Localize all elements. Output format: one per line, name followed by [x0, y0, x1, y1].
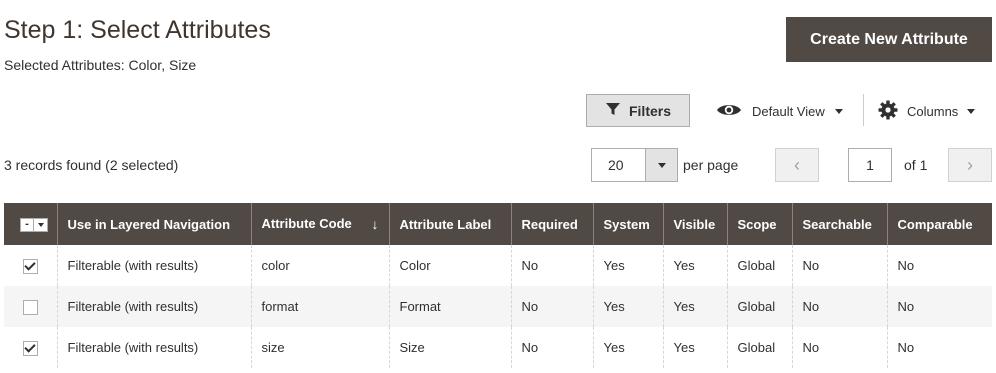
table-row[interactable]: Filterable (with results) size Size No Y…: [4, 327, 992, 368]
table-cell: Filterable (with results): [56, 327, 251, 368]
column-header-searchable[interactable]: Searchable: [791, 203, 887, 245]
table-cell: No: [886, 327, 992, 368]
columns-selector-label: Columns: [907, 103, 959, 119]
column-header-layered-navigation[interactable]: Use in Layered Navigation: [56, 203, 251, 245]
filter-icon: [605, 101, 621, 120]
toolbar-divider: [863, 94, 864, 126]
table-cell: No: [791, 245, 887, 286]
table-cell: Global: [726, 245, 792, 286]
filters-button-label: Filters: [628, 102, 671, 119]
table-cell: color: [250, 245, 389, 286]
table-cell: No: [510, 286, 593, 327]
create-new-attribute-button[interactable]: Create New Attribute: [786, 17, 992, 62]
column-header-scope[interactable]: Scope: [726, 203, 792, 245]
caret-down-icon: [967, 108, 976, 114]
view-selector[interactable]: Default View: [716, 98, 843, 124]
row-select-cell: [4, 327, 57, 368]
selected-attributes-text: Selected Attributes: Color, Size: [4, 57, 197, 73]
per-page-toggle[interactable]: [645, 149, 677, 181]
per-page-select[interactable]: 20: [591, 148, 678, 182]
table-cell: Global: [726, 286, 792, 327]
mass-select-checkbox[interactable]: -: [20, 217, 34, 232]
caret-down-icon: [834, 108, 843, 114]
table-cell: No: [791, 327, 887, 368]
column-header-visible[interactable]: Visible: [662, 203, 727, 245]
column-header-system[interactable]: System: [592, 203, 663, 245]
table-row[interactable]: Filterable (with results) format Format …: [4, 286, 992, 327]
gear-icon: [878, 100, 898, 123]
row-checkbox[interactable]: [22, 258, 38, 274]
table-cell: Filterable (with results): [56, 245, 251, 286]
columns-selector[interactable]: Columns: [878, 98, 976, 124]
table-cell: Filterable (with results): [56, 286, 251, 327]
row-select-cell: [4, 286, 57, 327]
current-page-input[interactable]: 1: [848, 148, 892, 182]
table-cell: No: [791, 286, 887, 327]
table-cell: format: [250, 286, 389, 327]
table-cell: Yes: [592, 286, 663, 327]
table-cell: Yes: [662, 245, 727, 286]
table-cell: Yes: [592, 245, 663, 286]
table-row[interactable]: Filterable (with results) color Color No…: [4, 245, 992, 286]
grid-header-row: - Use in Layered Navigation Attribute Co…: [4, 203, 992, 245]
table-cell: Yes: [662, 286, 727, 327]
page-title: Step 1: Select Attributes: [4, 16, 271, 44]
per-page-value: 20: [608, 157, 624, 173]
mass-select-header: -: [4, 203, 57, 245]
sort-arrow-icon: ↓: [371, 216, 379, 232]
records-count: 3 records found (2 selected): [4, 157, 179, 173]
column-header-label: Attribute Code: [261, 216, 352, 231]
total-pages-text: of 1: [904, 157, 928, 173]
table-cell: Size: [388, 327, 511, 368]
caret-down-icon: [37, 222, 44, 227]
column-header-required[interactable]: Required: [510, 203, 593, 245]
table-cell: size: [250, 327, 389, 368]
attributes-grid: - Use in Layered Navigation Attribute Co…: [4, 203, 992, 368]
filters-button[interactable]: Filters: [586, 94, 690, 127]
table-cell: No: [886, 245, 992, 286]
table-cell: No: [510, 327, 593, 368]
eye-icon: [716, 102, 742, 121]
table-cell: Yes: [662, 327, 727, 368]
column-header-attribute-label[interactable]: Attribute Label: [388, 203, 511, 245]
table-cell: Yes: [592, 327, 663, 368]
view-selector-label: Default View: [752, 103, 825, 119]
previous-page-button[interactable]: ‹: [775, 148, 819, 182]
table-cell: Global: [726, 327, 792, 368]
table-cell: No: [510, 245, 593, 286]
per-page-label: per page: [683, 157, 739, 173]
table-cell: Color: [388, 245, 511, 286]
row-checkbox[interactable]: [22, 299, 38, 315]
caret-down-icon: [657, 162, 666, 168]
next-page-button[interactable]: ›: [948, 148, 992, 182]
column-header-attribute-code[interactable]: Attribute Code ↓: [250, 203, 389, 245]
column-header-comparable[interactable]: Comparable: [886, 203, 992, 245]
row-select-cell: [4, 245, 57, 286]
table-cell: No: [886, 286, 992, 327]
table-cell: Format: [388, 286, 511, 327]
mass-select-toggle[interactable]: [34, 217, 48, 232]
mass-select-control[interactable]: -: [20, 216, 48, 233]
row-checkbox[interactable]: [22, 340, 38, 356]
